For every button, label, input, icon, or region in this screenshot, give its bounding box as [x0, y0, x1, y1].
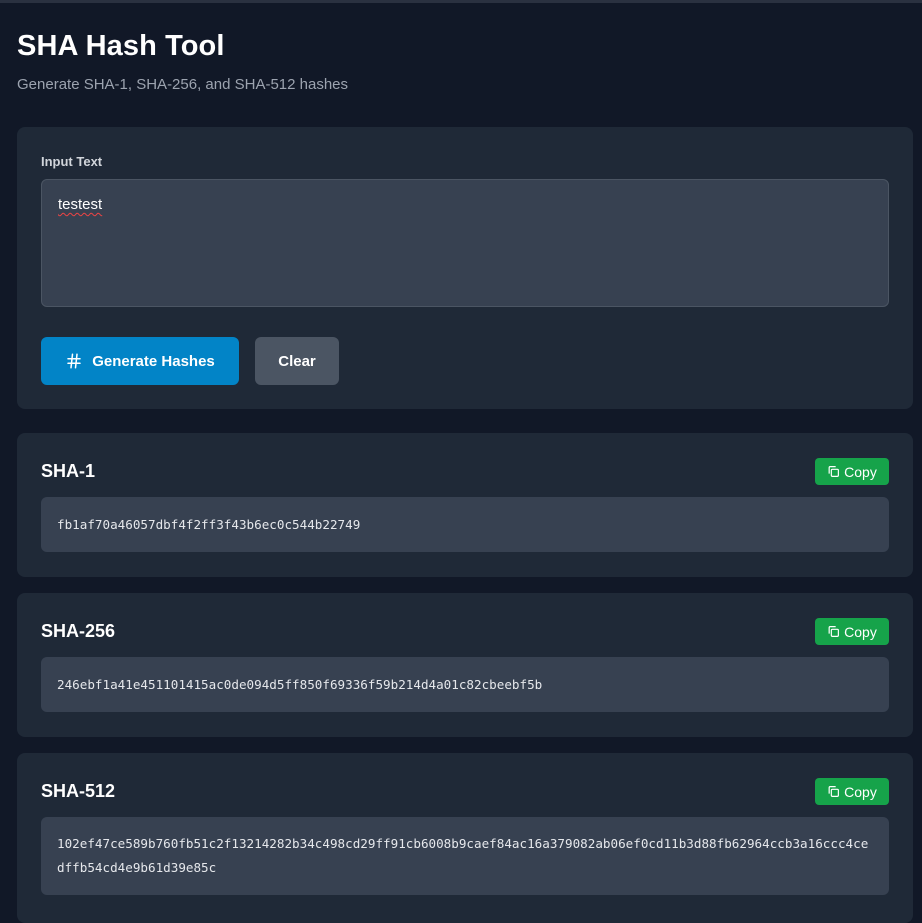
- sha512-title: SHA-512: [41, 781, 116, 801]
- sha512-output: 102ef47ce589b760fb51c2f13214282b34c498cd…: [41, 817, 889, 895]
- sha1-card: SHA-1 Copy fb1af70a46057dbf4f2ff3f43b6ec…: [17, 433, 913, 577]
- sha512-card: SHA-512 Copy 102ef47ce589b760fb51c2f1321…: [17, 753, 913, 923]
- clear-label: Clear: [278, 352, 316, 370]
- sha512-copy-button[interactable]: Copy: [815, 778, 889, 805]
- generate-hashes-button[interactable]: Generate Hashes: [41, 337, 239, 385]
- input-textarea[interactable]: testest: [41, 179, 889, 307]
- sha256-copy-label: Copy: [844, 623, 877, 640]
- sha256-title: SHA-256: [41, 621, 116, 641]
- copy-icon: [827, 785, 840, 798]
- sha1-title: SHA-1: [41, 461, 96, 481]
- input-label: Input Text: [41, 154, 103, 169]
- input-card: Input Text testest Generate Hashes Clear: [17, 127, 913, 409]
- page-title: SHA Hash Tool: [17, 30, 225, 62]
- top-divider: [0, 0, 922, 3]
- copy-icon: [827, 465, 840, 478]
- sha512-copy-label: Copy: [844, 783, 877, 800]
- input-text-value: testest: [58, 196, 103, 213]
- sha1-output: fb1af70a46057dbf4f2ff3f43b6ec0c544b22749: [41, 497, 889, 552]
- sha1-copy-button[interactable]: Copy: [815, 458, 889, 485]
- generate-hashes-label: Generate Hashes: [92, 352, 215, 370]
- hash-icon: [65, 352, 83, 370]
- sha256-copy-button[interactable]: Copy: [815, 618, 889, 645]
- sha256-card: SHA-256 Copy 246ebf1a41e451101415ac0de09…: [17, 593, 913, 737]
- sha256-output: 246ebf1a41e451101415ac0de094d5ff850f6933…: [41, 657, 889, 712]
- copy-icon: [827, 625, 840, 638]
- page-subtitle: Generate SHA-1, SHA-256, and SHA-512 has…: [17, 76, 349, 93]
- clear-button[interactable]: Clear: [255, 337, 339, 385]
- sha1-copy-label: Copy: [844, 463, 877, 480]
- page-header: SHA Hash Tool Generate SHA-1, SHA-256, a…: [17, 30, 348, 93]
